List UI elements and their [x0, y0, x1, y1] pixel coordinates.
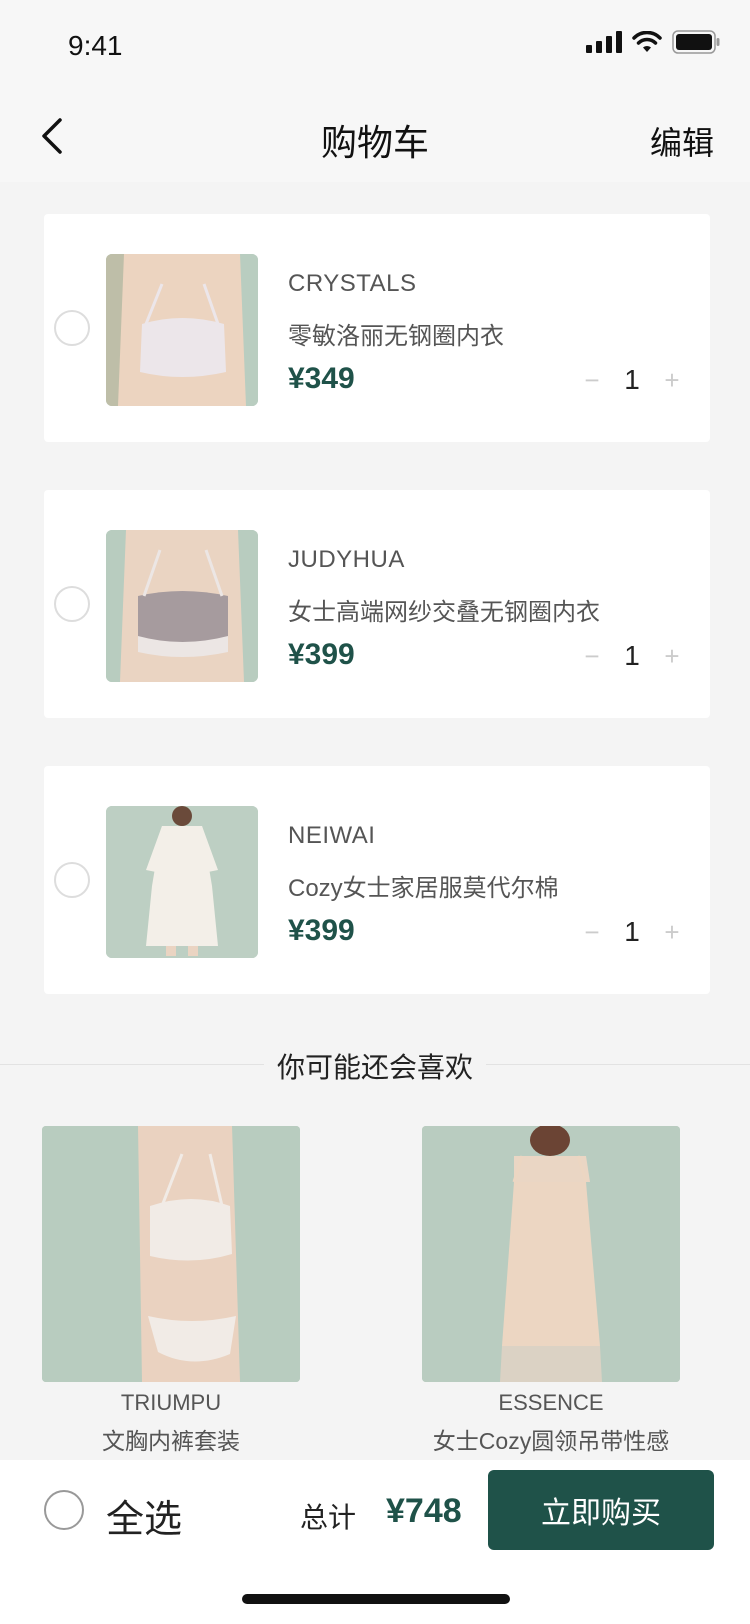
select-all-label[interactable]: 全选: [106, 1488, 182, 1543]
product-name[interactable]: 零敏洛丽无钢圈内衣: [288, 316, 504, 351]
recommend-card[interactable]: ESSENCE 女士Cozy圆领吊带性感: [422, 1126, 680, 1456]
status-bar: 9:41: [0, 0, 750, 90]
product-image[interactable]: [106, 530, 258, 682]
edit-button[interactable]: 编辑: [650, 118, 714, 164]
product-name[interactable]: 女士高端网纱交叠无钢圈内衣: [288, 592, 600, 627]
recommend-card[interactable]: TRIUMPU 文胸内裤套装: [42, 1126, 300, 1456]
qty-minus-button[interactable]: −: [582, 917, 602, 948]
select-all-checkbox[interactable]: [44, 1490, 84, 1530]
status-time: 9:41: [68, 30, 123, 61]
qty-minus-button[interactable]: −: [582, 641, 602, 672]
product-price: ¥349: [288, 362, 355, 395]
product-price: ¥399: [288, 914, 355, 947]
product-image[interactable]: [106, 254, 258, 406]
item-checkbox[interactable]: [54, 862, 90, 898]
recommend-name: 女士Cozy圆领吊带性感: [432, 1428, 670, 1454]
home-indicator: [242, 1594, 510, 1604]
qty-plus-button[interactable]: +: [662, 365, 682, 396]
product-price: ¥399: [288, 638, 355, 671]
qty-minus-button[interactable]: −: [582, 365, 602, 396]
recommend-image[interactable]: [42, 1126, 300, 1382]
product-brand: JUDYHUA: [288, 546, 405, 573]
recommend-image[interactable]: [422, 1126, 680, 1382]
page-title: 购物车: [320, 122, 429, 163]
cart-item: JUDYHUA 女士高端网纱交叠无钢圈内衣 ¥399 − 1 +: [44, 490, 710, 718]
total-label: 总计: [300, 1502, 357, 1533]
recommend-brand: ESSENCE: [498, 1390, 604, 1415]
quantity-stepper: − 1 +: [582, 640, 682, 672]
cart-item: CRYSTALS 零敏洛丽无钢圈内衣 ¥349 − 1 +: [44, 214, 710, 442]
recommend-title: 你可能还会喜欢: [264, 1046, 486, 1086]
qty-value: 1: [624, 364, 640, 395]
qty-plus-button[interactable]: +: [662, 917, 682, 948]
item-checkbox[interactable]: [54, 310, 90, 346]
recommend-name: 文胸内裤套装: [102, 1428, 240, 1454]
qty-value: 1: [624, 916, 640, 947]
item-checkbox[interactable]: [54, 586, 90, 622]
quantity-stepper: − 1 +: [582, 364, 682, 396]
buy-now-button[interactable]: 立即购买: [488, 1470, 714, 1550]
quantity-stepper: − 1 +: [582, 916, 682, 948]
recommend-brand: TRIUMPU: [120, 1390, 222, 1415]
product-image[interactable]: [106, 806, 258, 958]
status-icons: [586, 30, 720, 54]
product-brand: CRYSTALS: [288, 270, 417, 297]
qty-plus-button[interactable]: +: [662, 641, 682, 672]
product-name[interactable]: Cozy女士家居服莫代尔棉: [288, 868, 559, 903]
product-brand: NEIWAI: [288, 822, 376, 849]
checkout-bar: 全选 总计 ¥748 立即购买: [0, 1460, 750, 1624]
qty-value: 1: [624, 640, 640, 671]
nav-bar: 购物车 编辑: [0, 90, 750, 182]
total-price: ¥748: [386, 1492, 462, 1530]
cart-item: NEIWAI Cozy女士家居服莫代尔棉 ¥399 − 1 +: [44, 766, 710, 994]
signal-icon: [586, 31, 622, 53]
wifi-icon: [632, 31, 662, 52]
battery-icon: [672, 30, 720, 54]
